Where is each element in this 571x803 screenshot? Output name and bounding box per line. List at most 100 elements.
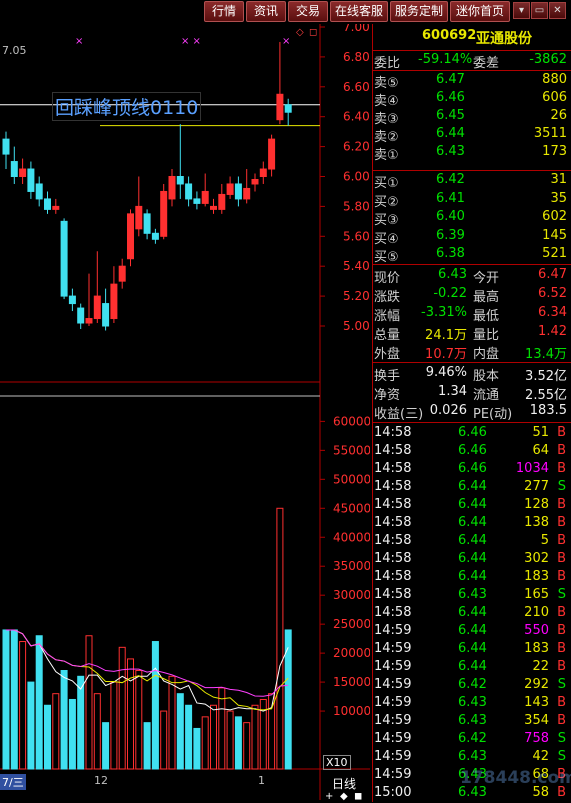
tick-volume: 64 bbox=[532, 443, 549, 458]
tick-side: S bbox=[557, 677, 566, 692]
tab-trade[interactable]: 交易 bbox=[288, 1, 328, 22]
sell-row[interactable]: 卖③ 6.45 26 bbox=[372, 108, 571, 127]
minimize-icon[interactable]: ▾ bbox=[513, 2, 530, 19]
sell-row[interactable]: 卖⑤ 6.47 880 bbox=[372, 72, 571, 91]
volume-bar bbox=[93, 693, 101, 770]
tick-time: 14:59 bbox=[374, 659, 412, 674]
top-toolbar: 行情 资讯 交易 在线客服 服务定制 迷你首页 ▾ ▭ ✕ bbox=[0, 0, 571, 22]
candle-body bbox=[118, 265, 126, 282]
buy-price: 6.41 bbox=[436, 190, 465, 206]
fundamental-label: 收益(三) bbox=[374, 407, 424, 422]
diamond-icon[interactable]: ◇ bbox=[296, 27, 304, 38]
buy-row[interactable]: 买① 6.42 31 bbox=[372, 172, 571, 191]
fundamental-value-2: 183.5 bbox=[529, 403, 567, 418]
buy-level-label: 买③ bbox=[374, 213, 399, 228]
zoom-in-icon[interactable]: + bbox=[325, 791, 333, 802]
close-icon[interactable]: ✕ bbox=[549, 2, 566, 19]
x-left-label: 7/三 bbox=[0, 774, 26, 790]
tab-market[interactable]: 行情 bbox=[204, 1, 244, 22]
stat-value-2: 1.42 bbox=[538, 324, 567, 339]
tick-side: B bbox=[557, 461, 566, 476]
tick-time: 14:58 bbox=[374, 605, 412, 620]
tick-time: 14:59 bbox=[374, 731, 412, 746]
buy-row[interactable]: 买④ 6.39 145 bbox=[372, 227, 571, 247]
tick-side: B bbox=[557, 533, 566, 548]
tick-time: 14:58 bbox=[374, 551, 412, 566]
weibi-row: 委比 -59.14% 委差 -3862 bbox=[372, 52, 571, 71]
tick-row: 14:59 6.44 183 B bbox=[372, 641, 571, 659]
candle-body bbox=[110, 283, 118, 320]
candle-body bbox=[251, 178, 259, 185]
stat-value-2: 6.47 bbox=[538, 267, 567, 282]
tick-time: 15:00 bbox=[374, 785, 412, 800]
tick-side: B bbox=[557, 713, 566, 728]
tick-price: 6.44 bbox=[458, 605, 487, 620]
volume-axis-label: 15000 bbox=[333, 675, 370, 689]
buy-row[interactable]: 买⑤ 6.38 521 bbox=[372, 246, 571, 265]
square-icon[interactable]: ◻ bbox=[309, 27, 317, 38]
buy-level-label: 买⑤ bbox=[374, 250, 399, 265]
tab-service-custom[interactable]: 服务定制 bbox=[390, 1, 448, 22]
tick-row: 14:59 6.43 42 S bbox=[372, 749, 571, 767]
sell-price: 6.45 bbox=[436, 108, 465, 123]
tick-volume: 302 bbox=[524, 551, 549, 566]
kline-chart[interactable]: 7.00 6.80 6.60 6.40 6.20 6.00 5.80 5.60 5.40 5.20… bbox=[0, 24, 370, 800]
weicha-label: 委差 bbox=[473, 56, 500, 71]
tick-side: S bbox=[557, 731, 566, 746]
tick-volume: 143 bbox=[524, 695, 549, 710]
tick-side: B bbox=[557, 695, 566, 710]
candle-body bbox=[35, 183, 43, 200]
fundamental-label: 净资 bbox=[374, 388, 401, 403]
tab-online-service[interactable]: 在线客服 bbox=[330, 1, 388, 22]
tick-row: 14:59 6.44 22 B bbox=[372, 659, 571, 677]
fundamental-label-2: 流通 bbox=[473, 388, 500, 403]
sell-price: 6.43 bbox=[436, 144, 465, 159]
volume-bar bbox=[77, 675, 85, 770]
fundamental-row: 净资 1.34 流通 2.55亿 bbox=[372, 384, 571, 403]
tick-volume: 354 bbox=[524, 713, 549, 728]
volume-bar bbox=[127, 658, 134, 770]
stat-label-2: 内盘 bbox=[473, 347, 500, 362]
diamond-nav-icon[interactable]: ◆ bbox=[340, 791, 348, 802]
tab-news[interactable]: 资讯 bbox=[246, 1, 286, 22]
volume-bar bbox=[135, 670, 143, 770]
x10-button[interactable]: X10 bbox=[323, 755, 351, 770]
tick-time: 14:58 bbox=[374, 587, 412, 602]
volume-bar bbox=[226, 710, 234, 770]
sell-price: 6.44 bbox=[436, 126, 465, 141]
tick-row: 14:58 6.44 302 B bbox=[372, 551, 571, 569]
tick-price: 6.44 bbox=[458, 479, 487, 494]
tab-mini-home[interactable]: 迷你首页 bbox=[450, 1, 510, 22]
buy-row[interactable]: 买② 6.41 35 bbox=[372, 190, 571, 210]
candle-body bbox=[201, 190, 209, 204]
sell-row[interactable]: 卖④ 6.46 606 bbox=[372, 90, 571, 109]
sell-row[interactable]: 卖① 6.43 173 bbox=[372, 144, 571, 163]
stop-icon[interactable]: ◼ bbox=[354, 791, 362, 802]
marker-1: × bbox=[75, 36, 84, 47]
period-label[interactable]: 日线 bbox=[332, 775, 356, 792]
sell-level-label: 卖① bbox=[374, 148, 399, 163]
stat-value-2: 6.34 bbox=[538, 305, 567, 320]
kline-chart-panel[interactable]: 7.00 6.80 6.60 6.40 6.20 6.00 5.80 5.60 5.40 5.20… bbox=[0, 24, 370, 802]
volume-axis-label: 60000 bbox=[333, 414, 370, 428]
buy-row[interactable]: 买③ 6.40 602 bbox=[372, 209, 571, 228]
restore-icon[interactable]: ▭ bbox=[531, 2, 548, 19]
weibi-value: -59.14% bbox=[418, 52, 473, 67]
buy-price: 6.39 bbox=[436, 227, 465, 243]
tick-side: B bbox=[557, 497, 566, 512]
volume-bar bbox=[234, 716, 242, 770]
tick-row: 14:58 6.44 183 B bbox=[372, 569, 571, 587]
tick-side: B bbox=[557, 641, 566, 656]
stat-label: 涨幅 bbox=[374, 309, 401, 324]
tick-row: 14:59 6.43 354 B bbox=[372, 713, 571, 731]
tick-time: 14:59 bbox=[374, 713, 412, 728]
tick-side: S bbox=[557, 749, 566, 764]
tick-price: 6.44 bbox=[458, 497, 487, 512]
tick-price: 6.44 bbox=[458, 659, 487, 674]
tick-time: 14:58 bbox=[374, 461, 412, 476]
candle-body bbox=[10, 161, 18, 178]
price-axis-label: 6.80 bbox=[343, 50, 370, 64]
buy-volume: 31 bbox=[550, 172, 567, 187]
price-axis-label: 5.60 bbox=[343, 229, 370, 243]
sell-row[interactable]: 卖② 6.44 3511 bbox=[372, 126, 571, 145]
